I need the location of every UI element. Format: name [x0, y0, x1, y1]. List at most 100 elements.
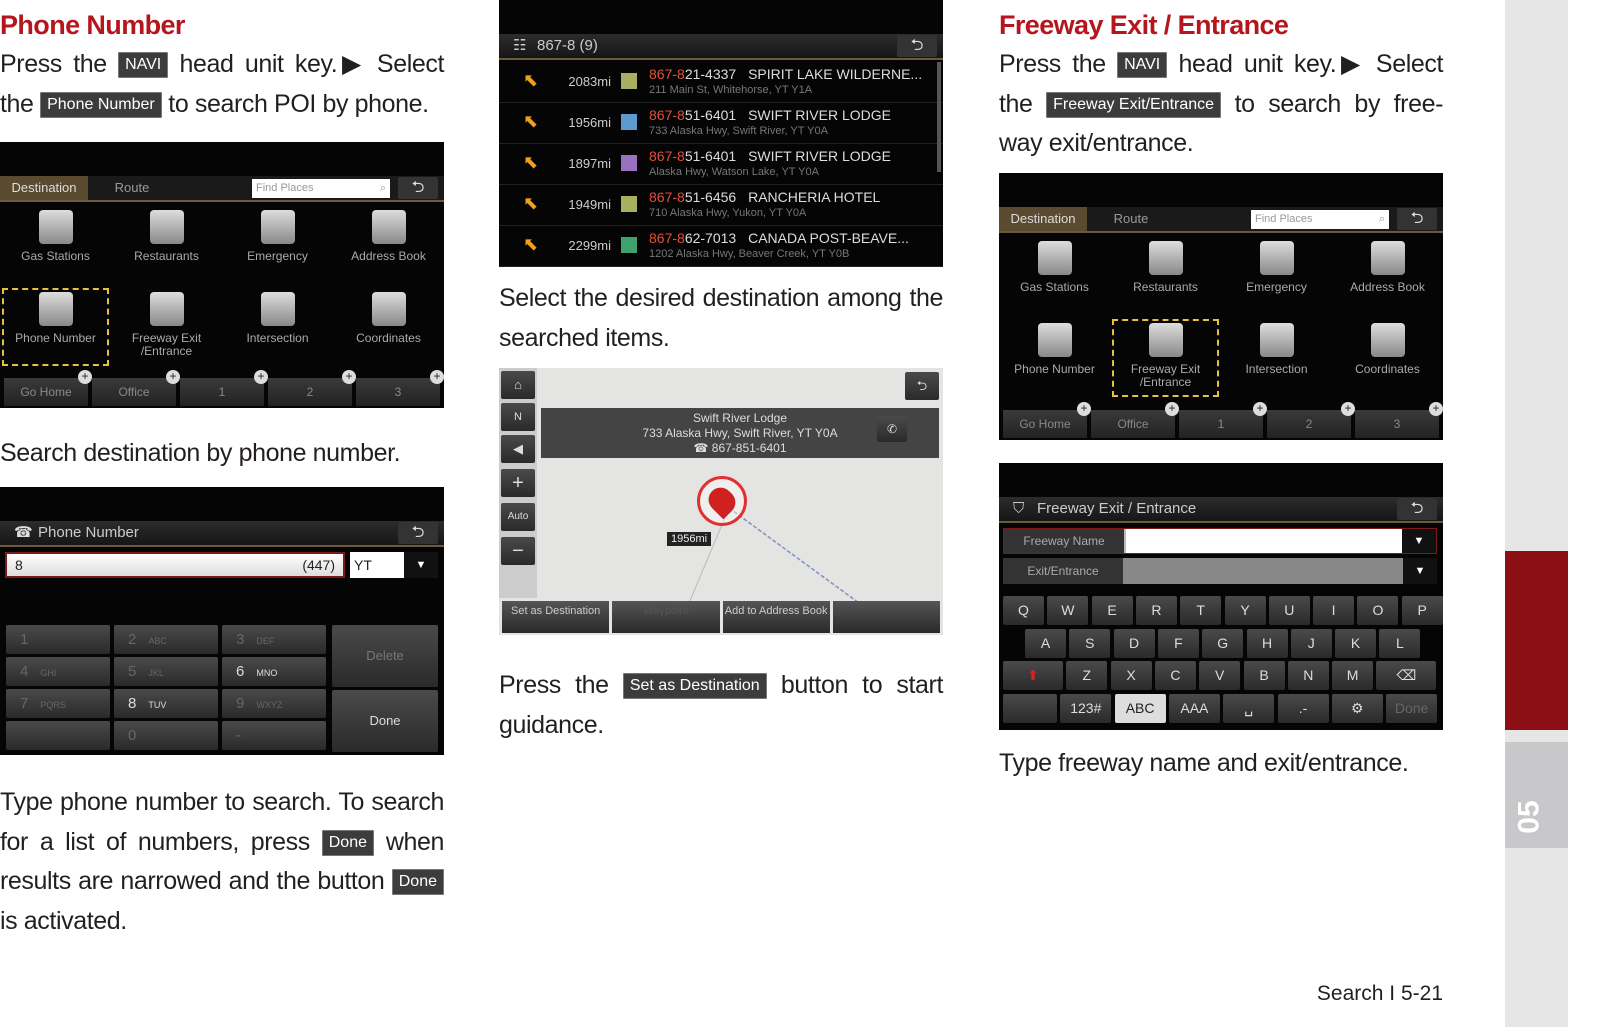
back-icon[interactable]: ⮌: [1397, 498, 1437, 520]
category-coordinates[interactable]: Coordinates: [333, 286, 444, 368]
key-B[interactable]: B: [1243, 661, 1285, 690]
quick-destination-button[interactable]: 1: [180, 370, 268, 406]
category-gas-stations[interactable]: Gas Stations: [0, 204, 111, 286]
key-I[interactable]: I: [1313, 596, 1355, 625]
key-S[interactable]: S: [1069, 628, 1111, 658]
list-item[interactable]: ⬉ 1956mi 867-851-6401 SWIFT RIVER LODGE 733…: [499, 103, 943, 144]
category-emergency[interactable]: Emergency: [222, 204, 333, 286]
quick-destination-button[interactable]: Go Home: [4, 370, 92, 406]
state-select[interactable]: YT ▼: [350, 552, 438, 578]
chevron-down-icon[interactable]: ▼: [1403, 558, 1437, 584]
keypad-key[interactable]: 9 WXYZ: [222, 689, 326, 718]
key-⚙[interactable]: ⚙: [1331, 693, 1383, 723]
tab-destination[interactable]: Destination: [999, 207, 1087, 231]
category-address-book[interactable]: Address Book: [333, 204, 444, 286]
key-.-[interactable]: .-: [1277, 693, 1329, 723]
category-restaurants[interactable]: Restaurants: [1110, 235, 1221, 317]
auto-zoom-icon[interactable]: Auto: [501, 503, 535, 531]
quick-destination-button[interactable]: 3: [356, 370, 444, 406]
back-icon[interactable]: ⮌: [1397, 208, 1437, 230]
quick-destination-button[interactable]: 2: [268, 370, 356, 406]
key-Done[interactable]: Done: [1386, 693, 1438, 723]
call-icon[interactable]: ✆: [877, 416, 907, 442]
category-freeway-exit-entrance[interactable]: Freeway Exit /Entrance: [1110, 317, 1221, 399]
key-Y[interactable]: Y: [1224, 596, 1266, 625]
zoom-out-icon[interactable]: −: [501, 537, 535, 565]
key-F[interactable]: F: [1157, 628, 1199, 658]
list-item[interactable]: ⬉ 1897mi 867-851-6401 SWIFT RIVER LODGE Ala…: [499, 144, 943, 185]
list-item[interactable]: ⬉ 1949mi 867-851-6456 RANCHERIA HOTEL 710 A…: [499, 185, 943, 226]
quick-destination-button[interactable]: 1: [1179, 402, 1267, 438]
keypad-key[interactable]: 7 PQRS: [6, 689, 110, 718]
category-address-book[interactable]: Address Book: [1332, 235, 1443, 317]
set-as-destination-button[interactable]: Set as Destination: [502, 601, 610, 633]
category-phone-number[interactable]: Phone Number: [0, 286, 111, 368]
key-P[interactable]: P: [1401, 596, 1443, 625]
key-H[interactable]: H: [1246, 628, 1288, 658]
quick-destination-button[interactable]: Office: [92, 370, 180, 406]
keypad-key[interactable]: 6 MNO: [222, 657, 326, 686]
back-icon[interactable]: ⮌: [905, 372, 939, 400]
freeway-name-input[interactable]: [1124, 529, 1402, 553]
key-J[interactable]: J: [1290, 628, 1332, 658]
key-ABC[interactable]: ABC: [1114, 693, 1166, 723]
keypad-key[interactable]: 0: [114, 721, 218, 750]
tab-route[interactable]: Route: [92, 176, 172, 200]
category-intersection[interactable]: Intersection: [222, 286, 333, 368]
key-123#[interactable]: 123#: [1060, 693, 1112, 723]
add-to-address-book-button[interactable]: Add to Address Book: [722, 601, 830, 633]
quick-destination-button[interactable]: Go Home: [1003, 402, 1091, 438]
category-phone-number[interactable]: Phone Number: [999, 317, 1110, 399]
key-T[interactable]: T: [1180, 596, 1222, 625]
key-N[interactable]: N: [1287, 661, 1329, 690]
freeway-name-field[interactable]: Freeway Name ▼: [1003, 528, 1437, 554]
quick-destination-button[interactable]: Office: [1091, 402, 1179, 438]
key-W[interactable]: W: [1047, 596, 1089, 625]
keypad-key[interactable]: 2 ABC: [114, 625, 218, 654]
key-O[interactable]: O: [1357, 596, 1399, 625]
category-intersection[interactable]: Intersection: [1221, 317, 1332, 399]
category-restaurants[interactable]: Restaurants: [111, 204, 222, 286]
back-icon[interactable]: ⮌: [398, 522, 438, 544]
key-X[interactable]: X: [1110, 661, 1152, 690]
key-G[interactable]: G: [1202, 628, 1244, 658]
back-icon[interactable]: ⮌: [897, 35, 937, 57]
keypad-key[interactable]: -: [222, 721, 326, 750]
find-places-input[interactable]: Find Places ⌕: [252, 179, 390, 198]
more-button[interactable]: [832, 601, 940, 633]
volume-icon[interactable]: ◀: [501, 435, 535, 463]
list-item[interactable]: ⬉ 2299mi 867-862-7013 CANADA POST-BEAVE...…: [499, 226, 943, 267]
list-item[interactable]: ⬉ 2083mi 867-821-4337 SPIRIT LAKE WILDERNE…: [499, 62, 943, 103]
key-K[interactable]: K: [1335, 628, 1377, 658]
category-freeway-exit-entrance[interactable]: Freeway Exit /Entrance: [111, 286, 222, 368]
keypad-key[interactable]: 4 GHI: [6, 657, 110, 686]
scrollbar[interactable]: [937, 62, 941, 172]
key-AAA[interactable]: AAA: [1168, 693, 1220, 723]
key-D[interactable]: D: [1113, 628, 1155, 658]
key-A[interactable]: A: [1025, 628, 1066, 658]
phone-input[interactable]: 8 (447): [5, 552, 345, 578]
key-C[interactable]: C: [1154, 661, 1196, 690]
key-⬆[interactable]: ⬆: [1003, 661, 1063, 690]
key-E[interactable]: E: [1091, 596, 1133, 625]
key-⌫[interactable]: ⌫: [1376, 661, 1437, 690]
zoom-in-icon[interactable]: +: [501, 469, 535, 497]
find-places-input[interactable]: Find Places ⌕: [1251, 210, 1389, 229]
category-emergency[interactable]: Emergency: [1221, 235, 1332, 317]
exit-entrance-field[interactable]: Exit/Entrance ▼: [1003, 558, 1437, 584]
waypoint-button[interactable]: Waypoint: [612, 601, 720, 633]
quick-destination-button[interactable]: 2: [1267, 402, 1355, 438]
exit-entrance-input[interactable]: [1123, 558, 1403, 584]
destination-marker-icon[interactable]: [697, 476, 747, 526]
key-V[interactable]: V: [1199, 661, 1241, 690]
delete-button[interactable]: Delete: [332, 625, 438, 687]
keypad-key[interactable]: 8 TUV: [114, 689, 218, 718]
keypad-key[interactable]: 5 JKL: [114, 657, 218, 686]
key-␣[interactable]: ␣: [1223, 693, 1275, 723]
compass-icon[interactable]: N: [501, 403, 535, 431]
tab-route[interactable]: Route: [1091, 207, 1171, 231]
done-button[interactable]: Done: [332, 690, 438, 752]
keypad-key[interactable]: [6, 721, 110, 750]
chevron-down-icon[interactable]: ▼: [1402, 529, 1436, 553]
keypad-key[interactable]: 1: [6, 625, 110, 654]
